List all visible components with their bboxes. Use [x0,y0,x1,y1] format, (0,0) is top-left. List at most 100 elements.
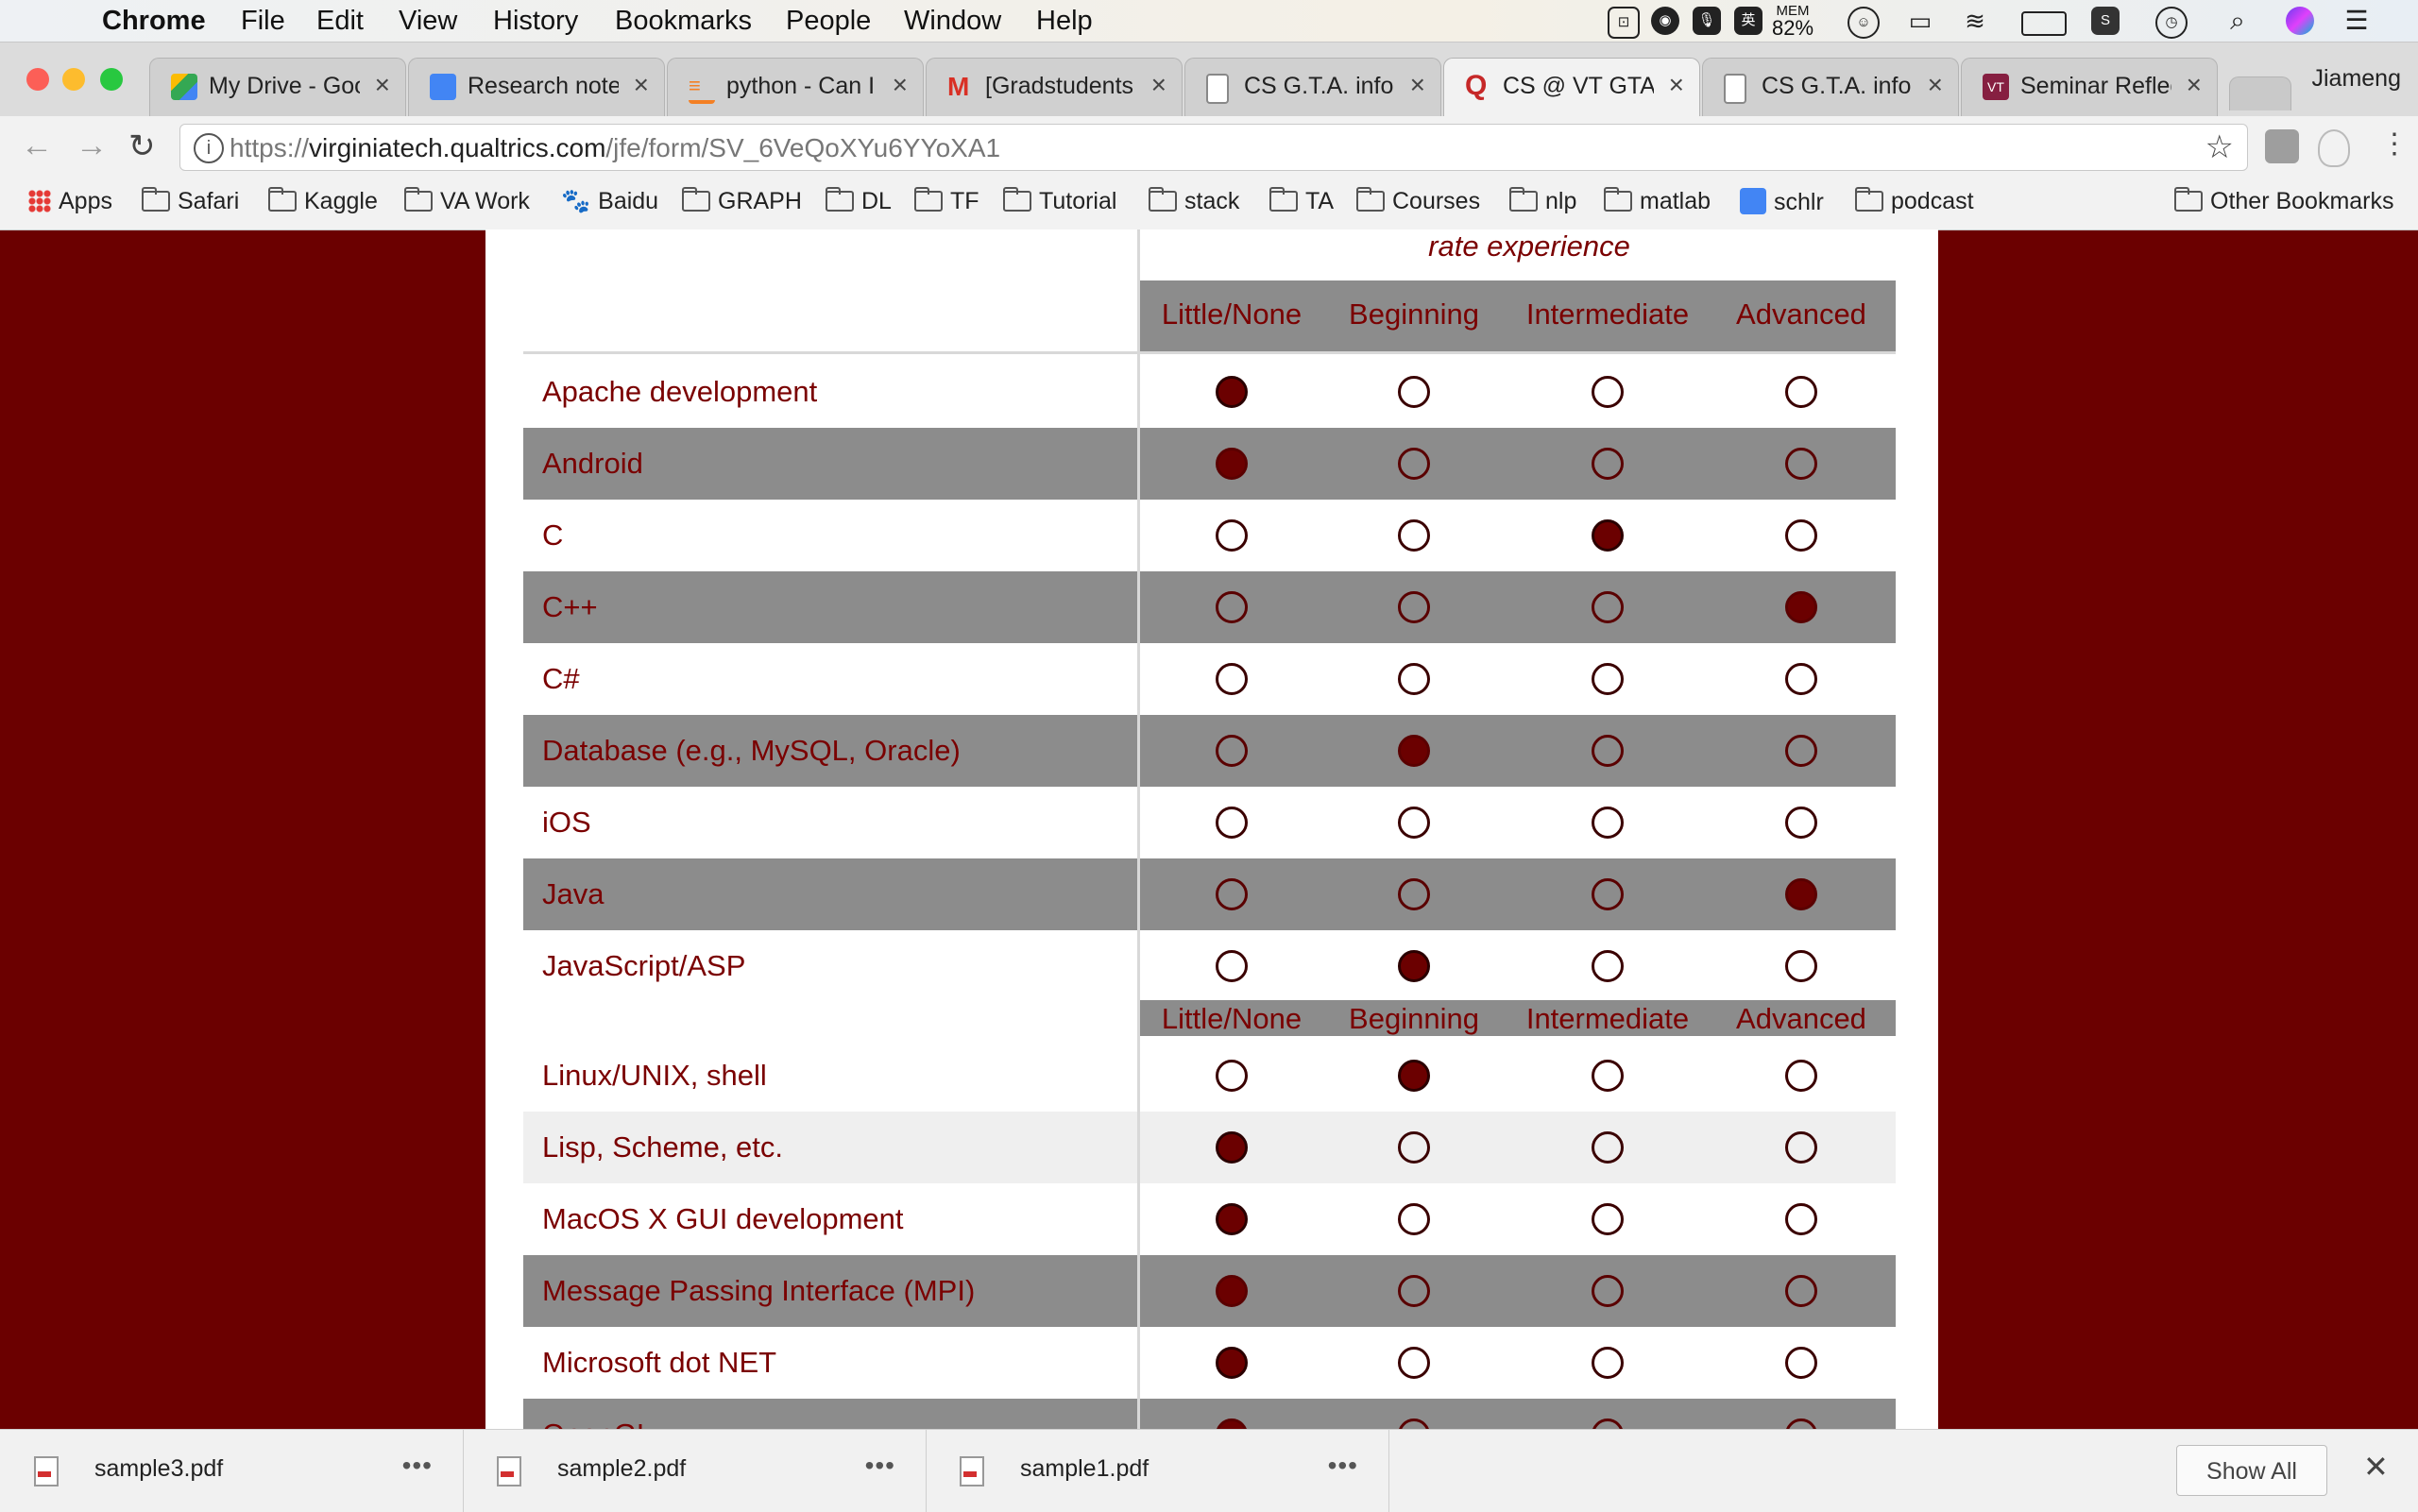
radio-little-none[interactable] [1216,1275,1248,1307]
bookmark-folder[interactable]: TA [1269,187,1334,215]
extension-icon[interactable] [2265,129,2299,163]
close-window-button[interactable] [26,68,49,91]
forward-icon[interactable]: → [76,127,108,164]
radio-intermediate[interactable] [1592,1131,1624,1164]
radio-intermediate[interactable] [1592,448,1624,480]
download-item[interactable]: sample2.pdf ••• [463,1430,927,1512]
radio-intermediate[interactable] [1592,519,1624,552]
radio-advanced[interactable] [1785,663,1817,695]
bookmark-folder[interactable]: matlab [1604,187,1711,215]
reload-icon[interactable]: ↻ [128,127,156,165]
bookmark-schlr[interactable]: schlr [1740,188,1824,216]
menu-bookmarks[interactable]: Bookmarks [615,6,752,37]
radio-advanced[interactable] [1785,376,1817,408]
radio-beginning[interactable] [1398,519,1430,552]
scrivener-icon[interactable]: S [2091,7,2120,35]
tab-cs-gta-info-1[interactable]: CS G.T.A. infor × [1184,58,1441,116]
menu-help[interactable]: Help [1036,6,1093,37]
radio-beginning[interactable] [1398,448,1430,480]
radio-little-none[interactable] [1216,1131,1248,1164]
show-all-downloads-button[interactable]: Show All [2176,1445,2327,1496]
menu-edit[interactable]: Edit [316,6,364,37]
radio-little-none[interactable] [1216,1203,1248,1235]
radio-advanced[interactable] [1785,448,1817,480]
more-options-icon[interactable]: ••• [865,1451,895,1481]
radio-advanced[interactable] [1785,1060,1817,1092]
close-tab-icon[interactable]: × [634,70,649,100]
spotlight-search-icon[interactable]: ⌕ [2223,7,2252,35]
radio-little-none[interactable] [1216,1419,1248,1429]
close-tab-icon[interactable]: × [1928,70,1943,100]
radio-little-none[interactable] [1216,950,1248,982]
radio-intermediate[interactable] [1592,950,1624,982]
radio-intermediate[interactable] [1592,1060,1624,1092]
bookmark-folder[interactable]: VA Work [404,187,530,215]
shield-extension-icon[interactable] [2318,129,2350,167]
minimize-window-button[interactable] [62,68,85,91]
radio-intermediate[interactable] [1592,1419,1624,1429]
menu-file[interactable]: File [241,6,285,37]
close-shelf-icon[interactable]: ✕ [2363,1449,2389,1485]
bookmark-folder[interactable]: stack [1149,187,1239,215]
radio-advanced[interactable] [1785,591,1817,623]
radio-advanced[interactable] [1785,1419,1817,1429]
radio-intermediate[interactable] [1592,591,1624,623]
radio-beginning[interactable] [1398,807,1430,839]
status-app-icon[interactable]: ◉ [1651,7,1679,35]
profile-name[interactable]: Jiameng [2312,65,2402,93]
wifi-icon[interactable]: ≋ [1961,7,1989,35]
bookmark-other[interactable]: Other Bookmarks [2174,187,2394,215]
radio-advanced[interactable] [1785,1275,1817,1307]
bookmark-folder[interactable]: Courses [1356,187,1480,215]
bookmark-folder[interactable]: Safari [142,187,239,215]
radio-beginning[interactable] [1398,1419,1430,1429]
tab-my-drive[interactable]: My Drive - Goo × [149,58,406,116]
new-tab-button[interactable] [2229,76,2291,110]
radio-advanced[interactable] [1785,807,1817,839]
radio-advanced[interactable] [1785,1203,1817,1235]
airplay-icon[interactable]: ▭ [1906,7,1934,35]
radio-little-none[interactable] [1216,807,1248,839]
siri-icon[interactable] [2286,7,2314,35]
address-bar[interactable]: i https://virginiatech.qualtrics.com/jfe… [179,124,2248,171]
radio-intermediate[interactable] [1592,1347,1624,1379]
radio-intermediate[interactable] [1592,663,1624,695]
tab-research-notes[interactable]: Research note × [408,58,665,116]
radio-little-none[interactable] [1216,878,1248,910]
site-info-icon[interactable]: i [194,133,224,163]
radio-little-none[interactable] [1216,448,1248,480]
more-options-icon[interactable]: ••• [402,1451,433,1481]
tab-cs-gta-info-2[interactable]: CS G.T.A. infor × [1702,58,1959,116]
url-text[interactable]: https://virginiatech.qualtrics.com/jfe/f… [230,133,1000,163]
bookmark-baidu[interactable]: 🐾 Baidu [561,188,658,215]
radio-intermediate[interactable] [1592,735,1624,767]
menu-window[interactable]: Window [904,6,1001,37]
radio-advanced[interactable] [1785,735,1817,767]
close-tab-icon[interactable]: × [1669,70,1684,100]
back-icon[interactable]: ← [21,127,53,164]
radio-beginning[interactable] [1398,663,1430,695]
radio-intermediate[interactable] [1592,807,1624,839]
notification-center-icon[interactable]: ☰ [2342,7,2371,35]
more-options-icon[interactable]: ••• [1328,1451,1358,1481]
close-tab-icon[interactable]: × [375,70,390,100]
radio-intermediate[interactable] [1592,1275,1624,1307]
zoom-window-button[interactable] [100,68,123,91]
radio-little-none[interactable] [1216,735,1248,767]
close-tab-icon[interactable]: × [1410,70,1425,100]
close-tab-icon[interactable]: × [893,70,908,100]
menu-view[interactable]: View [399,6,457,37]
radio-advanced[interactable] [1785,950,1817,982]
radio-little-none[interactable] [1216,1060,1248,1092]
radio-beginning[interactable] [1398,950,1430,982]
bookmark-apps[interactable]: Apps [28,188,112,215]
memory-monitor[interactable]: MEM 82% [1772,3,1814,40]
radio-intermediate[interactable] [1592,878,1624,910]
tab-cs-vt-gta[interactable]: Q CS @ VT GTA × [1443,58,1700,116]
bookmark-folder[interactable]: Kaggle [268,187,378,215]
radio-advanced[interactable] [1785,878,1817,910]
radio-beginning[interactable] [1398,591,1430,623]
radio-advanced[interactable] [1785,1347,1817,1379]
bookmark-star-icon[interactable]: ☆ [2205,128,2234,166]
screenshot-icon[interactable]: ⊡ [1608,7,1640,39]
